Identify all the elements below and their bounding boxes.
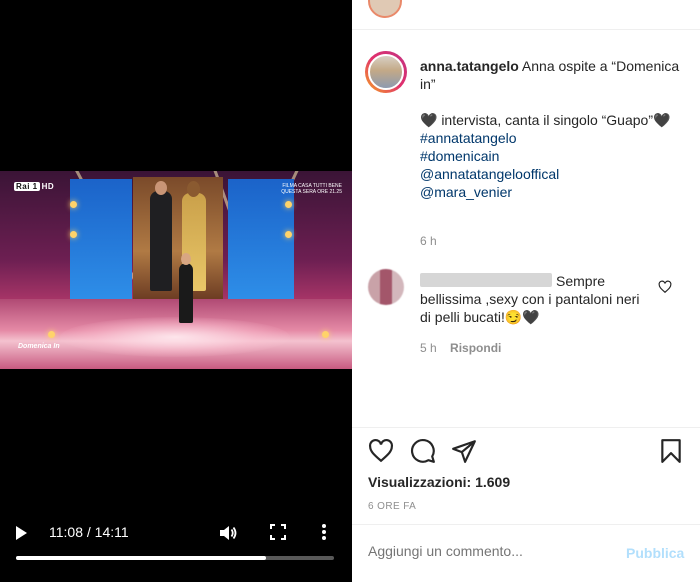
stage-glow [60,317,290,357]
person-figure [150,191,172,291]
video-controls: 11:08 / 14:11 [0,516,352,552]
fullscreen-icon[interactable] [270,524,286,540]
spotlight [285,201,292,208]
avatar[interactable] [368,54,404,90]
bookmark-icon[interactable] [658,438,684,464]
hashtag-link[interactable]: #annatatangelo [420,129,690,147]
post-sidebar: anna.tatangelo Anna ospite a “Domenica i… [352,0,700,582]
post-date: 6 ORE FA [368,501,417,512]
stage-screen-center [133,177,223,301]
time-display: 11:08 / 14:11 [49,524,129,540]
instagram-post-view: Rai 1 HD FILMA CASA TUTTI BENE QUESTA SER… [0,0,700,582]
video-progress-bar[interactable] [16,556,334,560]
comment-bubble-icon[interactable] [410,438,436,464]
hashtag-link[interactable]: #domenicain [420,147,690,165]
person-head [155,181,167,195]
comment-time: 5 h [420,341,437,355]
play-icon[interactable] [16,526,27,540]
video-frame[interactable]: Rai 1 HD FILMA CASA TUTTI BENE QUESTA SER… [0,171,352,369]
reply-button[interactable]: Rispondi [450,341,501,355]
view-count[interactable]: Visualizzazioni: 1.609 [368,474,510,490]
post-time: 6 h [420,234,437,248]
commenter-avatar-blurred[interactable] [368,269,404,305]
video-player[interactable]: Rai 1 HD FILMA CASA TUTTI BENE QUESTA SER… [0,0,352,582]
mention-link[interactable]: @annatatangelooffical [420,165,690,183]
spotlight [70,231,77,238]
spotlight [285,231,292,238]
comment-like-icon[interactable] [658,280,672,294]
host-figure [179,263,193,323]
comment-text: Sempre bellissima ,sexy con i pantaloni … [420,273,640,325]
comment-input[interactable] [368,543,608,559]
divider [352,524,700,525]
video-progress-fill [16,556,266,560]
spotlight [70,201,77,208]
channel-logo: Rai 1 HD [14,182,55,191]
promo-overlay: FILMA CASA TUTTI BENE QUESTA SERA ORE 21… [281,183,342,195]
mention-link[interactable]: @mara_venier [420,183,690,201]
divider [352,427,700,428]
show-logo: Domenica In [18,343,60,350]
prev-item-strip [352,0,700,30]
stage-screen [70,179,132,299]
person-head [181,253,191,265]
publish-button[interactable]: Pubblica [626,545,684,561]
comment-meta: 5 h Rispondi [420,341,501,355]
spotlight [322,331,329,338]
avatar[interactable] [368,0,402,18]
comment-text-block: Sempre bellissima ,sexy con i pantaloni … [420,272,650,326]
spotlight [48,331,55,338]
volume-icon[interactable] [218,523,238,543]
post-caption: anna.tatangelo Anna ospite a “Domenica i… [420,57,690,201]
more-options-icon[interactable] [320,523,328,543]
caption-text: 🖤 intervista, canta il singolo “Guapo”🖤 [420,112,671,128]
paper-plane-icon[interactable] [451,438,477,464]
username-link[interactable]: anna.tatangelo [420,58,519,74]
person-head [187,181,200,197]
stage-screen [228,179,294,299]
heart-outline-icon[interactable] [368,438,394,464]
